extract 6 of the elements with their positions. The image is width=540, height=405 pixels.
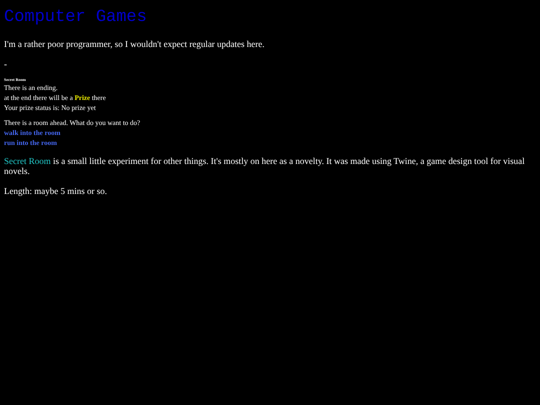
intro-text: I'm a rather poor programmer, so I wouldn't expect regular updates here. <box>4 39 266 49</box>
description-text: Secret Room is a small little experiment for other things. It's mostly on here as a novelty. It was made using Twine, a game design tool for visual novels. <box>4 156 526 176</box>
length-text: Length: maybe 5 mins or so. <box>4 186 108 196</box>
separator-text: - <box>4 59 7 69</box>
game-link[interactable]: Secret Room <box>4 156 51 166</box>
page-title: Computer Games <box>4 8 147 27</box>
